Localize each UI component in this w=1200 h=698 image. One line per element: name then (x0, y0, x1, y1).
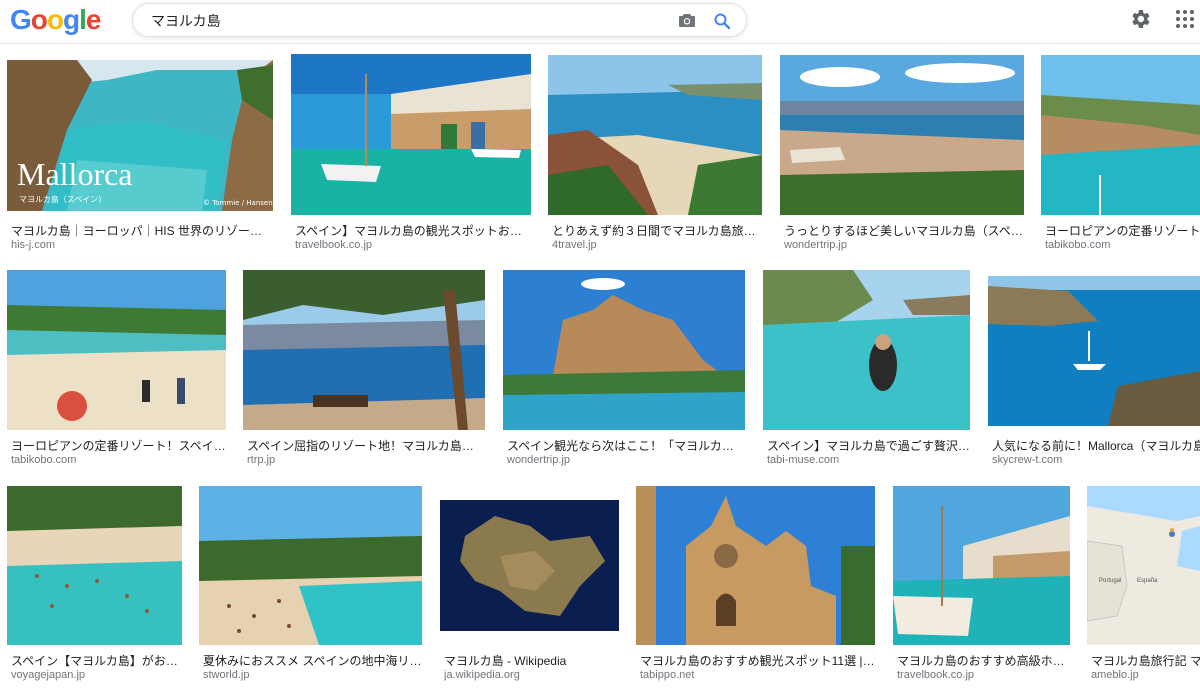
image-result[interactable]: ヨーロピアンの定番リゾート！スペイン… tabikobo.com (7, 270, 227, 470)
result-caption[interactable]: マヨルカ島｜ヨーロッパ｜HIS 世界のリゾート特集 (11, 222, 273, 239)
result-caption[interactable]: 人気になる前に！Mallorca（マヨルカ島）へ (992, 437, 1200, 454)
result-thumbnail[interactable] (7, 486, 182, 645)
logo-letter: o (46, 4, 64, 35)
image-result[interactable]: うっとりするほど美しいマヨルカ島（スペイン… wondertrip.jp (780, 55, 1025, 260)
google-logo[interactable]: Google (10, 4, 102, 36)
result-thumbnail[interactable]: Mallorca マヨルカ島（スペイン） © Tommie / Hansen (7, 60, 273, 211)
image-result[interactable]: マヨルカ島のおすすめ観光スポット11選 | TAB… tabippo.net (636, 486, 876, 686)
settings-gear-icon[interactable] (1128, 7, 1152, 31)
result-caption[interactable]: スペイン】マヨルカ島の観光スポットおすす… (295, 222, 531, 239)
result-domain: skycrew-t.com (992, 454, 1063, 466)
result-domain: wondertrip.jp (507, 454, 570, 466)
logo-letter: g (63, 4, 80, 35)
result-domain: ja.wikipedia.org (444, 669, 520, 681)
result-thumbnail[interactable]: Portugal España (1087, 486, 1200, 645)
result-thumbnail[interactable] (548, 55, 762, 215)
logo-letter: e (85, 4, 102, 35)
result-thumbnail[interactable] (763, 270, 970, 430)
search-input[interactable] (151, 12, 651, 30)
map-label-espana: España (1137, 578, 1158, 584)
result-thumbnail[interactable] (503, 270, 745, 430)
image-result[interactable]: マヨルカ島 - Wikipedia ja.wikipedia.org (440, 486, 620, 686)
camera-icon[interactable] (679, 13, 695, 27)
overlay-title: Mallorca (17, 156, 133, 192)
image-result[interactable]: Mallorca マヨルカ島（スペイン） © Tommie / Hansen マ… (7, 60, 274, 260)
result-domain: his-j.com (11, 239, 56, 251)
result-thumbnail[interactable] (243, 270, 485, 430)
result-domain: ameblo.jp (1091, 669, 1139, 681)
result-thumbnail[interactable] (988, 276, 1200, 426)
result-thumbnail[interactable] (7, 270, 226, 430)
result-domain: tabikobo.com (1045, 239, 1111, 251)
result-caption[interactable]: マヨルカ島 - Wikipedia (444, 652, 619, 669)
image-result[interactable]: スペイン【マヨルカ島】がおす… voyagejapan.jp (7, 486, 182, 686)
result-domain: tabi-muse.com (767, 454, 840, 466)
result-caption[interactable]: ヨーロピアンの定番リゾート！スペイン… (11, 437, 226, 454)
image-result[interactable]: Portugal España マヨルカ島旅行記 マ ameblo.jp (1087, 486, 1200, 686)
result-thumbnail[interactable] (636, 486, 875, 645)
result-domain: travelbook.co.jp (897, 669, 975, 681)
result-caption[interactable]: とりあえず約３日間でマヨルカ島旅行を… (552, 222, 762, 239)
result-domain: stworld.jp (203, 669, 250, 681)
result-caption[interactable]: スペイン屈指のリゾート地！マヨルカ島のおす… (247, 437, 485, 454)
image-result[interactable]: 人気になる前に！Mallorca（マヨルカ島）へ skycrew-t.com (988, 276, 1200, 470)
result-domain: travelbook.co.jp (295, 239, 373, 251)
overlay-subtitle: マヨルカ島（スペイン） (19, 195, 107, 204)
top-bar: Google (0, 0, 1200, 44)
search-icon[interactable] (713, 12, 731, 30)
image-result[interactable]: とりあえず約３日間でマヨルカ島旅行を… 4travel.jp (548, 55, 763, 260)
result-caption[interactable]: スペイン観光なら次はここ！「マヨルカ島」で… (507, 437, 745, 454)
result-caption[interactable]: スペイン【マヨルカ島】がおす… (11, 652, 181, 669)
result-domain: tabippo.net (640, 669, 695, 681)
result-caption[interactable]: マヨルカ島旅行記 マ (1091, 652, 1200, 669)
result-caption[interactable]: ヨーロピアンの定番リゾート！ス (1045, 222, 1200, 239)
result-caption[interactable]: うっとりするほど美しいマヨルカ島（スペイン… (784, 222, 1024, 239)
result-domain: rtrp.jp (247, 454, 276, 466)
result-domain: tabikobo.com (11, 454, 77, 466)
logo-letter: l (79, 4, 87, 35)
overlay-credit: © Tommie / Hansen (203, 199, 273, 207)
result-thumbnail[interactable] (199, 486, 422, 645)
result-thumbnail[interactable] (291, 54, 531, 215)
image-result[interactable]: マヨルカ島のおすすめ高級ホテル… travelbook.co.jp (893, 486, 1071, 686)
search-box (132, 3, 747, 37)
image-result[interactable]: スペイン屈指のリゾート地！マヨルカ島のおす… rtrp.jp (243, 270, 486, 470)
image-result[interactable]: スペイン】マヨルカ島で過ごす贅沢バ… tabi-muse.com (763, 270, 971, 470)
result-thumbnail[interactable] (1041, 55, 1200, 215)
apps-grid-icon[interactable] (1174, 8, 1196, 30)
image-result[interactable]: ヨーロピアンの定番リゾート！ス tabikobo.com (1041, 55, 1200, 260)
result-caption[interactable]: スペイン】マヨルカ島で過ごす贅沢バ… (767, 437, 971, 454)
map-label-portugal: Portugal (1099, 578, 1122, 584)
result-thumbnail[interactable] (440, 486, 619, 645)
result-domain: voyagejapan.jp (11, 669, 86, 681)
result-caption[interactable]: マヨルカ島のおすすめ高級ホテル… (897, 652, 1070, 669)
result-thumbnail[interactable] (893, 486, 1070, 645)
result-caption[interactable]: マヨルカ島のおすすめ観光スポット11選 | TAB… (640, 652, 875, 669)
image-result[interactable]: スペイン】マヨルカ島の観光スポットおすす… travelbook.co.jp (291, 54, 532, 260)
image-result[interactable]: スペイン観光なら次はここ！「マヨルカ島」で… wondertrip.jp (503, 270, 746, 470)
result-caption[interactable]: 夏休みにおススメ スペインの地中海リゾー… (203, 652, 423, 669)
logo-letter: o (30, 4, 48, 35)
result-domain: wondertrip.jp (784, 239, 847, 251)
result-domain: 4travel.jp (552, 239, 597, 251)
image-result[interactable]: 夏休みにおススメ スペインの地中海リゾー… stworld.jp (199, 486, 423, 686)
logo-letter: G (10, 4, 32, 35)
result-thumbnail[interactable] (780, 55, 1024, 215)
